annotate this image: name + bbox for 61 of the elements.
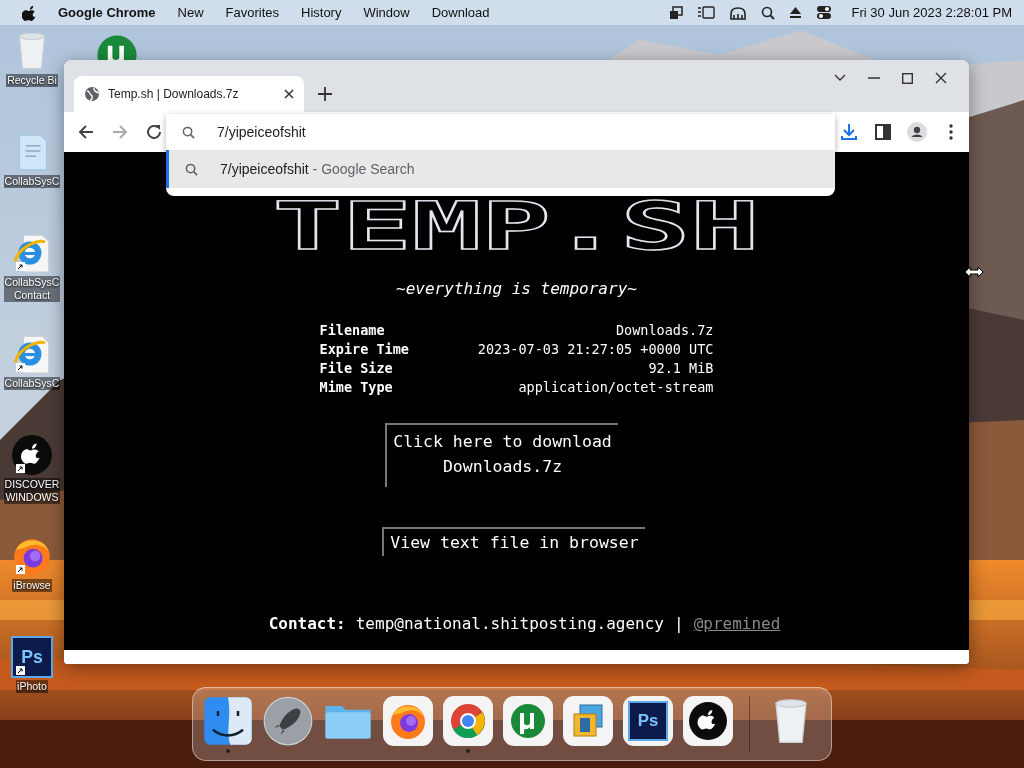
view-text-link[interactable]: View text file in browser — [382, 527, 645, 556]
icon-label[interactable]: Recycle Bi — [6, 74, 58, 87]
apple-icon — [11, 434, 53, 476]
close-icon[interactable] — [284, 89, 294, 99]
maximize-icon[interactable] — [902, 72, 913, 84]
handle-link[interactable]: @premined — [693, 614, 781, 633]
browser-tab[interactable]: Temp.sh | Downloads.7z — [74, 76, 304, 112]
tagline: ~everything is temporary~ — [396, 279, 637, 298]
search-suggestion[interactable]: 7/yipeiceofshit - Google Search — [166, 150, 835, 188]
app-name-menu[interactable]: Google Chrome — [58, 5, 156, 20]
search-icon[interactable] — [760, 5, 775, 20]
apple-icon — [688, 700, 728, 741]
menu-item[interactable]: History — [301, 5, 342, 20]
detail-label: Mime Type — [319, 379, 394, 395]
menu-item[interactable]: Favorites — [225, 5, 279, 20]
photoshop-icon: Ps — [628, 700, 668, 741]
contact-email: temp@national.shitposting.agency — [355, 614, 664, 633]
detail-label: File Size — [319, 360, 394, 376]
icon-label[interactable]: iPhoto — [16, 680, 48, 693]
detail-value: 92.1 MiB — [647, 360, 714, 376]
toggle-icon[interactable] — [815, 5, 832, 20]
icon-label[interactable]: iBrowse — [12, 579, 52, 592]
icon-label[interactable]: DISCOVER WINDOWS — [3, 478, 61, 504]
shortcut-arrow-icon — [16, 666, 25, 675]
separator: | — [674, 614, 684, 633]
icon-label[interactable]: CollabSysC — [3, 175, 61, 188]
windows-icon[interactable] — [668, 5, 683, 20]
search-icon — [185, 162, 198, 176]
chevron-down-icon[interactable] — [834, 74, 846, 82]
close-icon[interactable] — [935, 72, 947, 84]
search-icon — [182, 125, 195, 139]
menu-item[interactable]: New — [177, 5, 204, 20]
profile-icon[interactable] — [907, 122, 927, 142]
download-link[interactable]: Click here to download Downloads.7z — [385, 423, 618, 487]
icon-label[interactable]: CollabSysC — [3, 377, 61, 390]
apple-logo-icon[interactable] — [22, 4, 36, 21]
photoshop-icon: Ps — [11, 636, 53, 678]
reload-icon[interactable] — [144, 122, 164, 142]
globe-icon — [84, 86, 100, 102]
address-field[interactable]: 7/yipeiceofshit — [217, 124, 835, 140]
clock[interactable]: Fri 30 Jun 2023 2:28:01 PM — [851, 5, 1012, 20]
sidebar-icon[interactable] — [696, 6, 715, 19]
download-icon[interactable] — [839, 122, 859, 142]
contact-label: Contact: — [268, 614, 346, 633]
detail-value: application/octet-stream — [517, 379, 714, 395]
side-panel-icon[interactable] — [873, 122, 893, 142]
shortcut-arrow-icon — [16, 262, 25, 271]
eject-icon[interactable] — [788, 6, 802, 19]
detail-label: Expire Time — [319, 341, 409, 357]
smiling-face-icon[interactable] — [203, 695, 253, 746]
detail-value: Downloads.7z — [614, 322, 714, 338]
shortcut-arrow-icon — [16, 565, 25, 574]
rocket-icon[interactable] — [263, 695, 313, 746]
shortcut-arrow-icon — [16, 464, 25, 473]
menu-item[interactable]: Download — [431, 5, 490, 20]
menu-item[interactable]: Window — [363, 5, 410, 20]
detail-label: Filename — [319, 322, 386, 338]
detail-value: 2023-07-03 21:27:05 +0000 UTC — [476, 341, 714, 357]
ascii-logo: TEMP.SH — [273, 199, 760, 255]
shortcut-arrow-icon — [16, 363, 25, 372]
icon-label[interactable]: CollabSysC Contact — [3, 276, 61, 302]
